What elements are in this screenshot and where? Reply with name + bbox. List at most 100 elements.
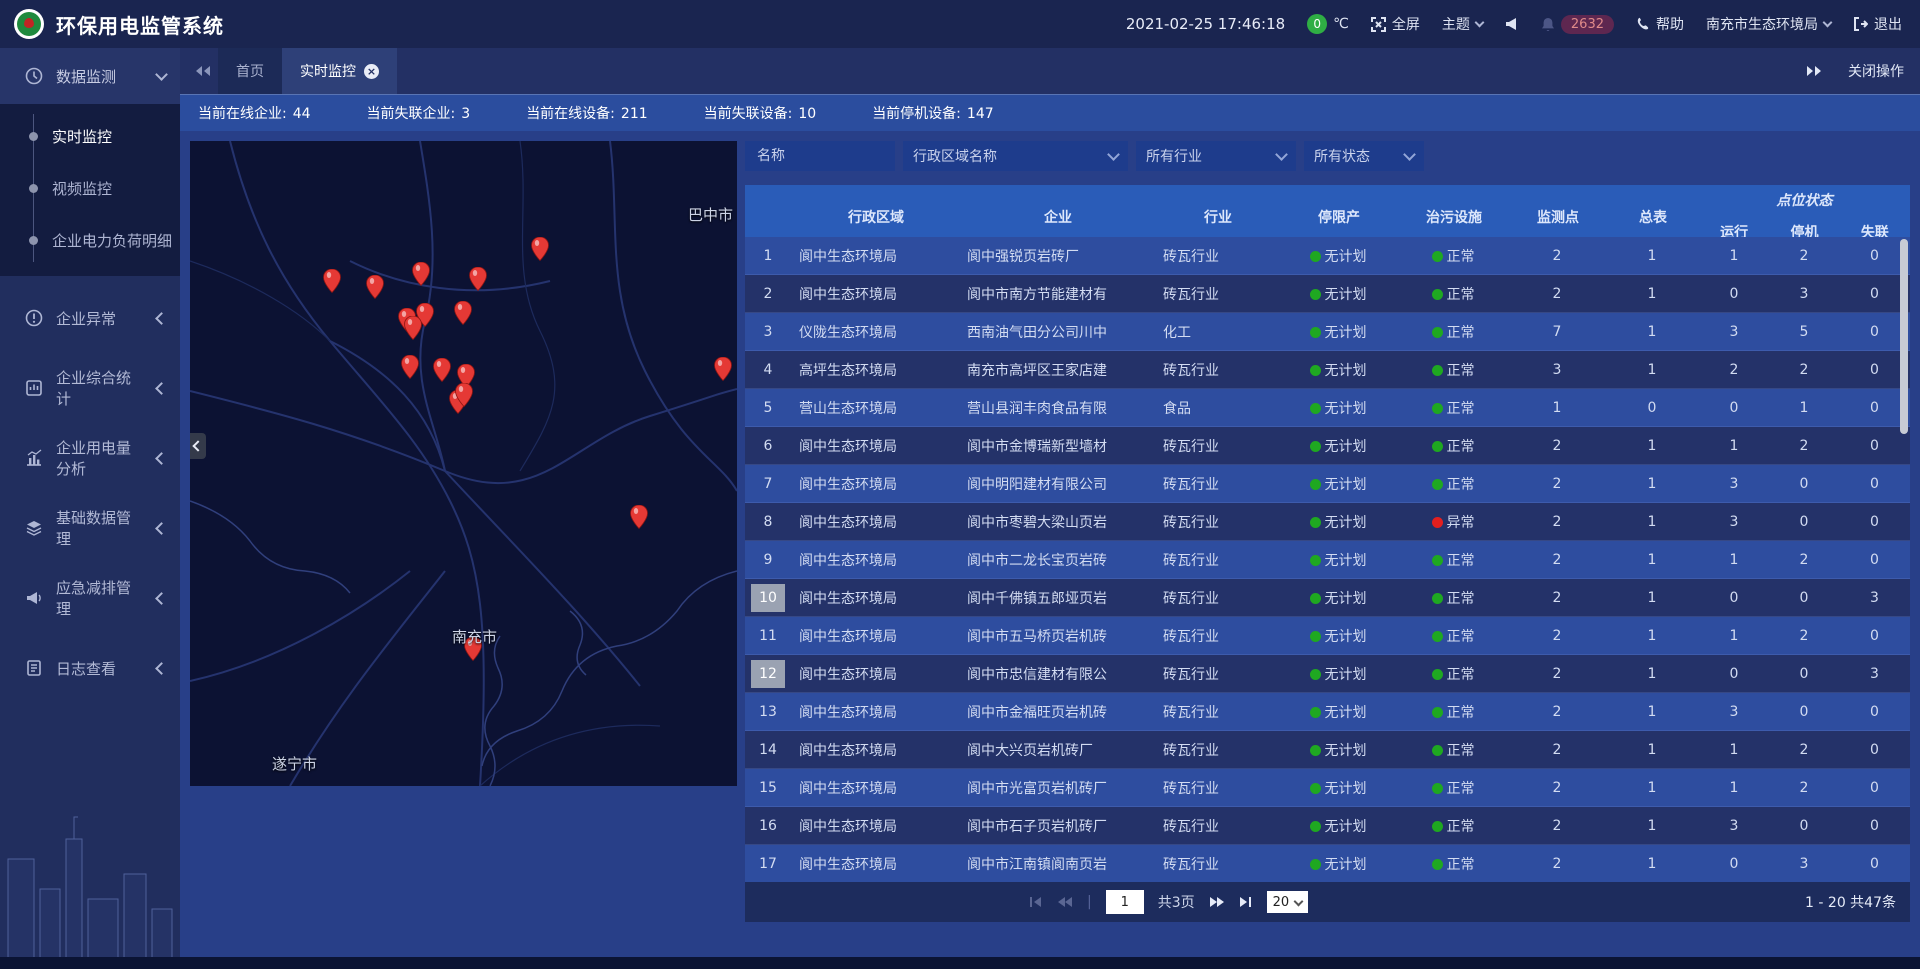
map-pin[interactable] (455, 383, 473, 407)
table-row[interactable]: 12 阆中生态环境局 阆中市忠信建材有限公 砖瓦行业 无计划 正常 2 1 0 … (745, 655, 1910, 693)
sidebar-item-company-statistics[interactable]: 企业综合统计 (0, 360, 180, 416)
table-row[interactable]: 2 阆中生态环境局 阆中市南方节能建材有 砖瓦行业 无计划 正常 2 1 0 3… (745, 275, 1910, 313)
last-page-button[interactable] (1239, 896, 1253, 908)
table-scrollbar[interactable] (1900, 239, 1908, 434)
cell-facility: 正常 (1397, 398, 1509, 418)
map-pin[interactable] (714, 357, 732, 381)
table-row[interactable]: 11 阆中生态环境局 阆中市五马桥页岩机砖 砖瓦行业 无计划 正常 2 1 1 … (745, 617, 1910, 655)
top-header: 环保用电监管系统 2021-02-25 17:46:18 0 ℃ 全屏 主题 2… (0, 0, 1920, 48)
cell-facility: 正常 (1397, 626, 1509, 646)
table-row[interactable]: 6 阆中生态环境局 阆中市金博瑞新型墙材 砖瓦行业 无计划 正常 2 1 1 2… (745, 427, 1910, 465)
map-pin[interactable] (404, 316, 422, 340)
table-row[interactable]: 15 阆中生态环境局 阆中市光富页岩机砖厂 砖瓦行业 无计划 正常 2 1 1 … (745, 769, 1910, 807)
cell-limit: 无计划 (1279, 702, 1397, 722)
cell-industry: 砖瓦行业 (1155, 284, 1279, 304)
fullscreen-button[interactable]: 全屏 (1371, 14, 1420, 34)
region-filter-select[interactable]: 行政区域名称 (903, 141, 1128, 171)
cell-points: 2 (1509, 856, 1605, 872)
map-pin[interactable] (531, 237, 549, 261)
map-pin[interactable] (366, 275, 384, 299)
cell-run: 1 (1699, 780, 1769, 796)
name-filter[interactable] (745, 141, 895, 171)
table-row[interactable]: 8 阆中生态环境局 阆中市枣碧大梁山页岩 砖瓦行业 无计划 异常 2 1 3 0… (745, 503, 1910, 541)
cell-stop: 2 (1769, 362, 1839, 378)
map-pin[interactable] (630, 505, 648, 529)
table-row[interactable]: 17 阆中生态环境局 阆中市江南镇阆南页岩 砖瓦行业 无计划 正常 2 1 0 … (745, 845, 1910, 882)
map-pin[interactable] (323, 269, 341, 293)
status-dot (1432, 251, 1443, 262)
cell-lost: 0 (1839, 438, 1910, 454)
temperature-unit: ℃ (1333, 16, 1349, 32)
phone-icon (1636, 17, 1650, 31)
prev-page-button[interactable] (1057, 896, 1073, 908)
cell-facility: 正常 (1397, 664, 1509, 684)
sidebar-item-company-abnormal[interactable]: 企业异常 (0, 290, 180, 346)
industry-filter-select[interactable]: 所有行业 (1136, 141, 1296, 171)
cell-region: 阆中生态环境局 (791, 626, 959, 646)
close-operations[interactable]: 关闭操作 (1806, 61, 1904, 81)
map-pin[interactable] (401, 355, 419, 379)
map-pin[interactable] (433, 358, 451, 382)
alarm-indicator[interactable]: 2632 (1541, 15, 1614, 34)
page-size-select[interactable]: 20 (1267, 891, 1309, 913)
cell-run: 3 (1699, 514, 1769, 530)
mute-button[interactable] (1505, 17, 1519, 31)
next-page-icon (1209, 896, 1225, 908)
speaker-icon (1505, 17, 1519, 31)
name-filter-input[interactable] (755, 147, 869, 165)
bell-icon (1541, 17, 1555, 32)
table-row[interactable]: 13 阆中生态环境局 阆中市金福旺页岩机砖 砖瓦行业 无计划 正常 2 1 3 … (745, 693, 1910, 731)
sidebar-item-base-data[interactable]: 基础数据管理 (0, 500, 180, 556)
cell-meter: 1 (1605, 856, 1699, 872)
tab-home[interactable]: 首页 (218, 48, 282, 94)
sidebar-item-label: 数据监测 (56, 66, 145, 87)
cell-points: 2 (1509, 704, 1605, 720)
map-collapse-button[interactable] (190, 433, 206, 459)
layers-icon (24, 518, 44, 538)
sidebar-item-data-monitoring[interactable]: 数据监测 (0, 48, 180, 104)
map[interactable]: 巴中市南充市遂宁市 (190, 141, 737, 786)
cell-stop: 2 (1769, 742, 1839, 758)
table-row[interactable]: 5 营山生态环境局 营山县润丰肉食品有限 食品 无计划 正常 1 0 0 1 0 (745, 389, 1910, 427)
first-page-button[interactable] (1029, 896, 1043, 908)
map-pin[interactable] (412, 262, 430, 286)
table-row[interactable]: 14 阆中生态环境局 阆中大兴页岩机砖厂 砖瓦行业 无计划 正常 2 1 1 2… (745, 731, 1910, 769)
cell-industry: 砖瓦行业 (1155, 512, 1279, 532)
logout-button[interactable]: 退出 (1853, 14, 1902, 34)
status-filter-select[interactable]: 所有状态 (1304, 141, 1424, 171)
table-row[interactable]: 10 阆中生态环境局 阆中千佛镇五郎垭页岩 砖瓦行业 无计划 正常 2 1 0 … (745, 579, 1910, 617)
table-row[interactable]: 3 仪陇生态环境局 西南油气田分公司川中 化工 无计划 正常 7 1 3 5 0 (745, 313, 1910, 351)
page-number-input[interactable] (1106, 890, 1144, 914)
table-row[interactable]: 1 阆中生态环境局 阆中强锐页岩砖厂 砖瓦行业 无计划 正常 2 1 1 2 0 (745, 237, 1910, 275)
sidebar-item-log-view[interactable]: 日志查看 (0, 640, 180, 696)
next-page-button[interactable] (1209, 896, 1225, 908)
sidebar-item-realtime-monitoring[interactable]: 实时监控 (0, 110, 180, 162)
sidebar-item-power-load-detail[interactable]: 企业电力负荷明细 (0, 214, 180, 266)
company-panel: 行政区域名称 所有行业 所有状态 行政区域 (745, 141, 1910, 926)
sidebar-item-video-monitoring[interactable]: 视频监控 (0, 162, 180, 214)
pager-divider: | (1087, 894, 1092, 910)
map-pin[interactable] (454, 301, 472, 325)
table-row[interactable]: 16 阆中生态环境局 阆中市石子页岩机砖厂 砖瓦行业 无计划 正常 2 1 3 … (745, 807, 1910, 845)
map-pin[interactable] (469, 267, 487, 291)
theme-menu[interactable]: 主题 (1442, 14, 1483, 34)
cell-stop: 0 (1769, 704, 1839, 720)
cell-lost: 3 (1839, 666, 1910, 682)
cell-facility: 正常 (1397, 284, 1509, 304)
tab-close-icon[interactable]: × (364, 64, 379, 79)
table-row[interactable]: 7 阆中生态环境局 阆中明阳建材有限公司 砖瓦行业 无计划 正常 2 1 3 0… (745, 465, 1910, 503)
help-button[interactable]: 帮助 (1636, 14, 1684, 34)
sidebar-item-power-analysis[interactable]: 企业用电量分析 (0, 430, 180, 486)
cell-stop: 2 (1769, 780, 1839, 796)
stats-bar: 当前在线企业:44 当前失联企业:3 当前在线设备:211 当前失联设备:10 … (180, 94, 1920, 131)
tab-realtime-monitoring[interactable]: 实时监控 × (282, 48, 397, 94)
table-row[interactable]: 4 高坪生态环境局 南充市高坪区王家店建 砖瓦行业 无计划 正常 3 1 2 2… (745, 351, 1910, 389)
tabs-scroll-left-button[interactable] (188, 65, 218, 77)
table-row[interactable]: 9 阆中生态环境局 阆中市二龙长宝页岩砖 砖瓦行业 无计划 正常 2 1 1 2… (745, 541, 1910, 579)
total-pages-label: 共3页 (1158, 892, 1195, 912)
sidebar-item-emergency-reduction[interactable]: 应急减排管理 (0, 570, 180, 626)
fullscreen-icon (1371, 17, 1386, 32)
org-menu[interactable]: 南充市生态环境局 (1706, 14, 1831, 34)
alarm-count-badge: 2632 (1561, 15, 1614, 34)
status-dot (1310, 707, 1321, 718)
